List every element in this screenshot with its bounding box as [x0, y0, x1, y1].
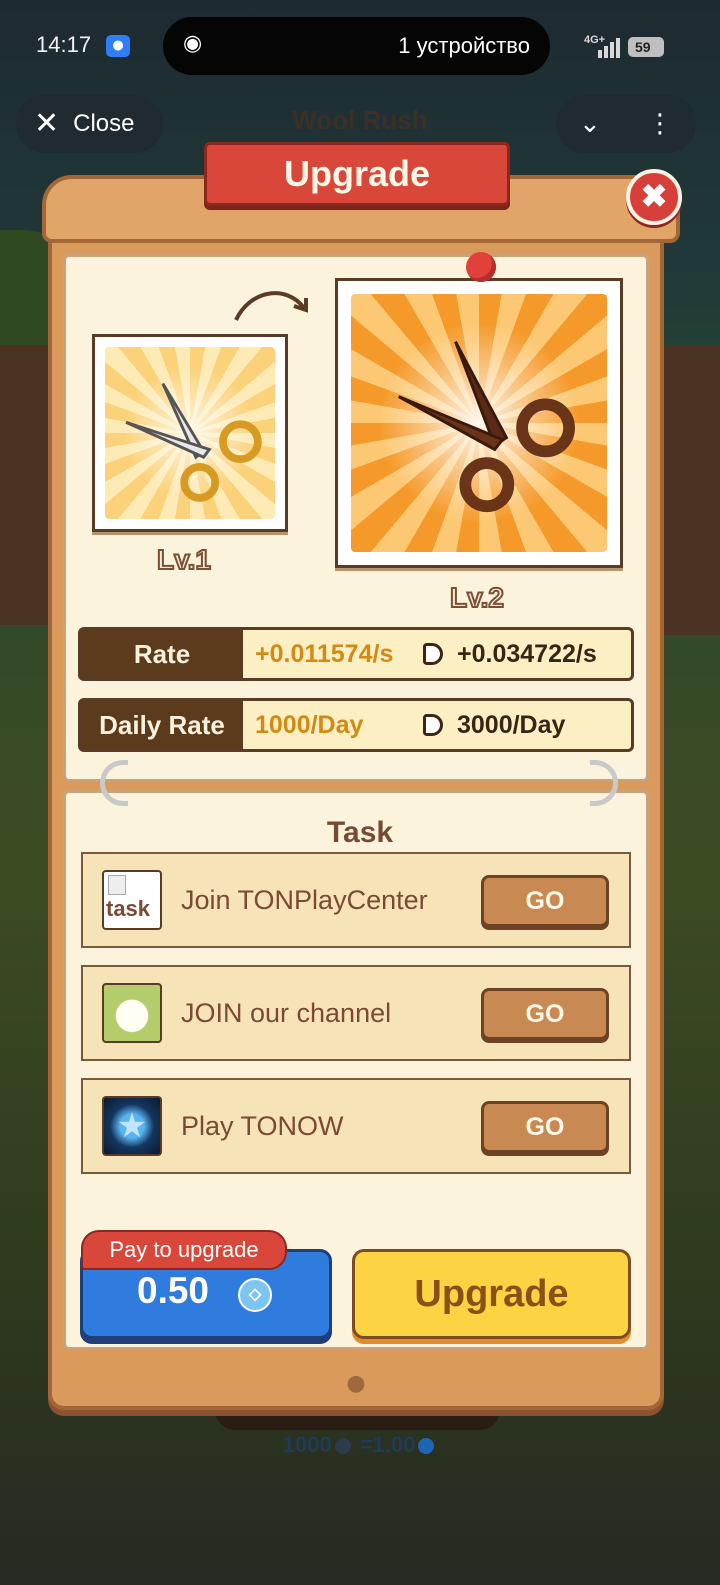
pay-to-upgrade-tag: Pay to upgrade [81, 1230, 287, 1270]
clock: 14:17 [36, 32, 92, 57]
header-menu: ⌄ ⋮ [556, 95, 696, 153]
rate-next: +0.034722/s [457, 639, 597, 668]
task-label: Play TONOW [181, 1110, 344, 1141]
go-button[interactable]: GO [481, 988, 609, 1040]
arrow-right-icon [423, 714, 443, 736]
go-button[interactable]: GO [481, 1101, 609, 1153]
rate-row: Rate +0.011574/s +0.034722/s [78, 627, 634, 681]
daily-rate-next: 3000/Day [457, 710, 566, 739]
upgrade-button[interactable]: Upgrade [352, 1249, 631, 1339]
pay-amount: 0.50 [137, 1270, 210, 1311]
daily-rate-row: Daily Rate 1000/Day 3000/Day [78, 698, 634, 752]
ton-coin-icon: ◇ [238, 1278, 272, 1312]
curved-arrow-icon [234, 291, 308, 321]
sheep-icon [102, 983, 162, 1043]
star-icon: ★ [102, 1096, 162, 1156]
dynamic-island: ◉ 1 устройство [163, 17, 550, 75]
scissors-icon [397, 341, 575, 513]
task-label: Join TONPlayCenter [181, 884, 428, 915]
hotspot-icon: ◉ [183, 31, 203, 56]
status-bar: 14:17 ● ◉ 1 устройство 4G+ 59 [0, 0, 720, 90]
signal-icon [598, 36, 620, 58]
scissors-icon [125, 382, 262, 502]
current-item-frame [92, 334, 288, 532]
chevron-down-icon[interactable]: ⌄ [579, 109, 601, 139]
more-vertical-icon[interactable]: ⋮ [647, 109, 673, 139]
island-text: 1 устройство [398, 33, 530, 58]
rate-current: +0.011574/s [255, 639, 394, 668]
android-icon: ● [106, 35, 130, 57]
next-item-frame [335, 278, 623, 568]
modal-title: Upgrade [204, 142, 510, 206]
task-label: JOIN our channel [181, 997, 392, 1028]
task-item-tonow: ★ Play TONOW GO [81, 1078, 631, 1174]
current-level-label: Lv.1 [156, 543, 212, 576]
arrow-right-icon [423, 643, 443, 665]
broken-image-icon: task [102, 870, 162, 930]
background-barn-right [656, 345, 720, 635]
ton-icon [418, 1438, 435, 1454]
battery-icon: 59 [628, 37, 664, 57]
exchange-rate-note: 1000 =1.00 [0, 1432, 720, 1458]
go-button[interactable]: GO [481, 875, 609, 927]
modal-close-button[interactable]: ✖ [626, 169, 682, 225]
pushpin-icon [466, 252, 496, 282]
wool-coin-icon [334, 1438, 351, 1454]
next-level-label: Lv.2 [449, 581, 505, 614]
task-item-tonplaycenter: task Join TONPlayCenter GO [81, 852, 631, 948]
rate-label: Rate [81, 630, 243, 678]
sheep-footer-icon: ● [346, 1371, 366, 1396]
daily-rate-current: 1000/Day [255, 710, 364, 739]
daily-rate-label: Daily Rate [81, 701, 243, 749]
task-item-channel: JOIN our channel GO [81, 965, 631, 1061]
task-title: Task [326, 816, 394, 849]
